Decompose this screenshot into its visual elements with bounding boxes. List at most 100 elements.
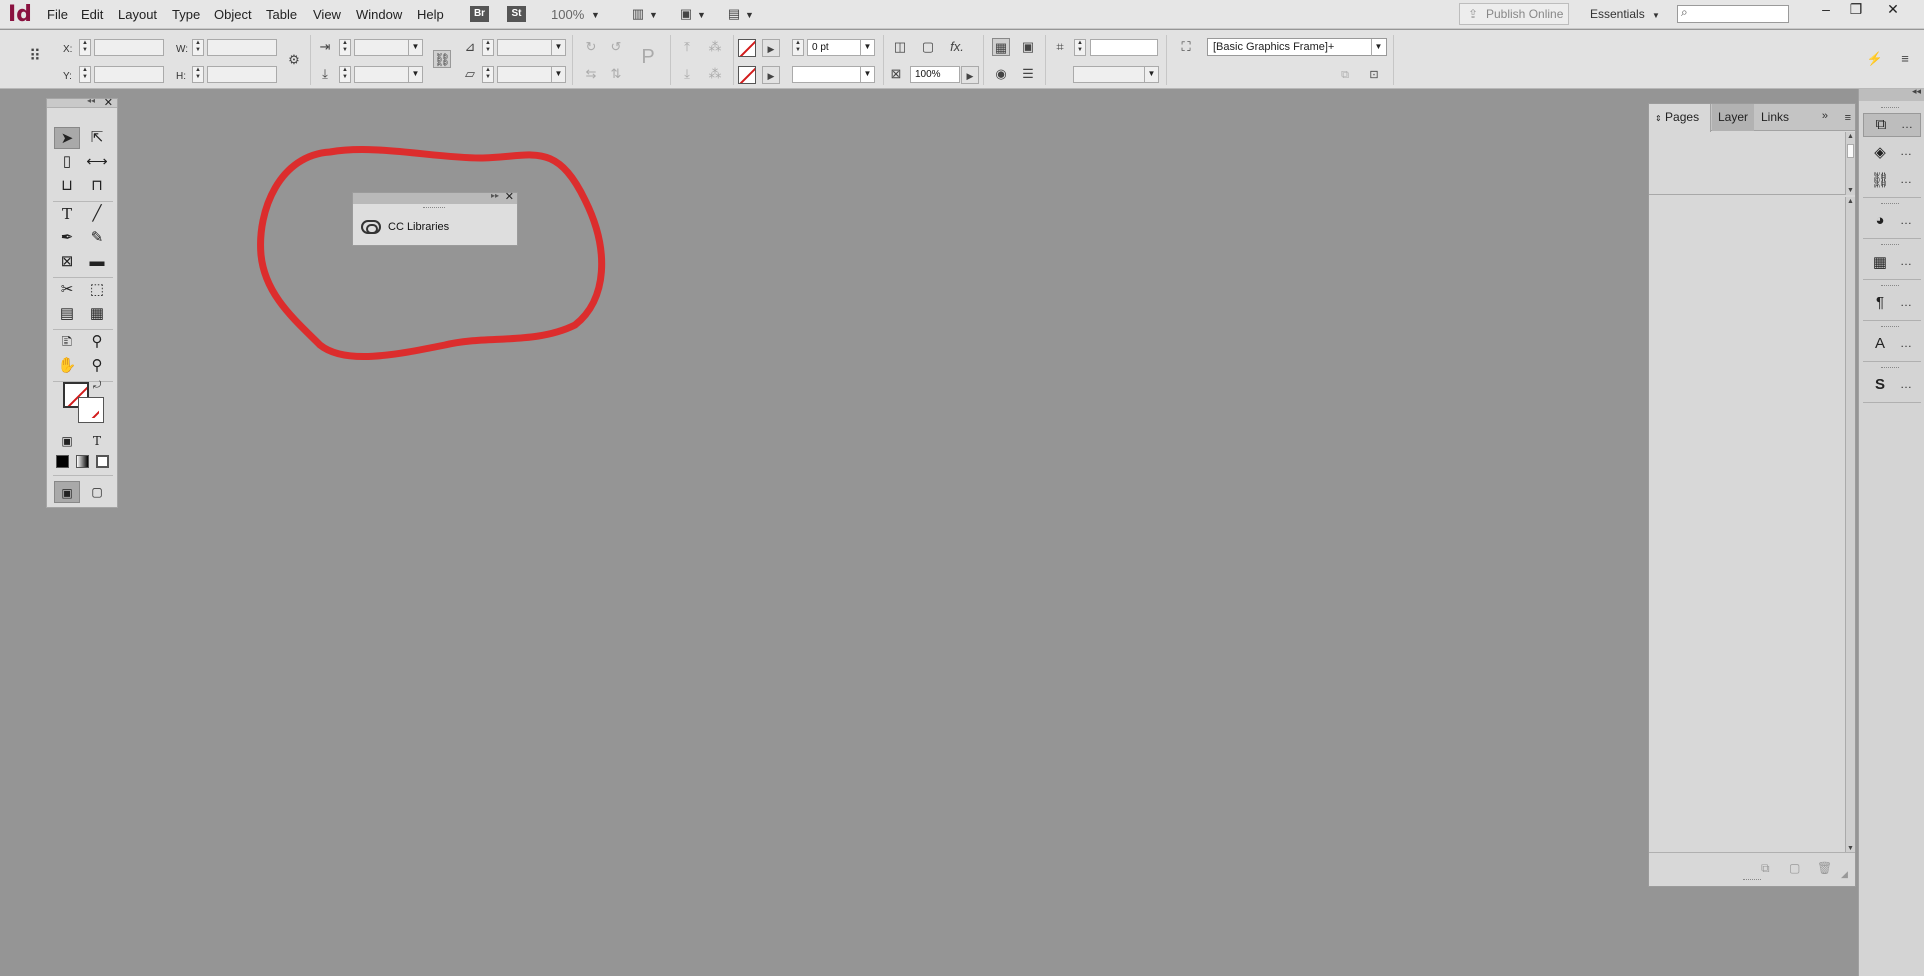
stroke-type-dropdown-icon[interactable]: ▼ <box>860 66 874 83</box>
content-collector-tool-icon[interactable]: ⊔ <box>54 175 80 197</box>
publish-online-button[interactable]: ⇪ Publish Online <box>1459 3 1569 25</box>
rectangle-frame-tool-icon[interactable]: ⊠ <box>54 251 80 273</box>
swap-fill-stroke-icon[interactable]: ⤾ <box>93 380 101 391</box>
object-style-dropdown-icon[interactable]: ▼ <box>1371 39 1385 56</box>
scale-y-spinner[interactable]: ▲ ▼ <box>339 66 351 83</box>
fill-stroke-swatches[interactable]: ⤾ <box>63 380 107 426</box>
panel-menu-icon[interactable]: ≡ <box>1845 112 1851 124</box>
normal-view-icon[interactable]: ▣ <box>54 481 80 503</box>
shear-dropdown-icon[interactable]: ▼ <box>551 66 565 83</box>
h-spinner[interactable]: ▲ ▼ <box>192 66 204 83</box>
eyedropper-tool-icon[interactable]: ⚲ <box>84 331 110 353</box>
zoom-dropdown-icon[interactable]: ▼ <box>591 10 600 20</box>
constrain-proportions-icon[interactable]: ⚙ <box>285 51 303 69</box>
rotate-ccw-icon[interactable]: ↺ <box>607 38 625 56</box>
gradient-feather-tool-icon[interactable]: ▦ <box>84 303 110 325</box>
collapse-icon[interactable]: ◂◂ <box>87 96 95 105</box>
menu-edit[interactable]: Edit <box>81 7 103 22</box>
dock-item-character-styles[interactable]: A… <box>1863 333 1921 357</box>
apply-none-icon[interactable] <box>96 455 109 468</box>
menu-layout[interactable]: Layout <box>118 7 157 22</box>
scroll-up-icon[interactable]: ▲ <box>1846 198 1855 205</box>
bridge-button[interactable]: Br <box>470 6 489 22</box>
x-field[interactable] <box>94 39 164 56</box>
menu-file[interactable]: File <box>47 7 68 22</box>
gap-tool-icon[interactable]: ⟷ <box>84 151 110 173</box>
dock-item-swatches[interactable]: ◕… <box>1863 210 1921 234</box>
flip-vertical-icon[interactable]: ⇅ <box>607 65 625 83</box>
drag-grip[interactable] <box>1881 107 1899 108</box>
menu-help[interactable]: Help <box>417 7 444 22</box>
w-field[interactable] <box>207 39 277 56</box>
stock-button[interactable]: St <box>507 6 526 22</box>
dock-item-links[interactable]: ⛓… <box>1863 169 1921 193</box>
frame-fitting-spinner[interactable]: ▲ ▼ <box>1074 39 1086 56</box>
screen-mode-dropdown-icon[interactable]: ▼ <box>697 10 706 20</box>
link-scale-icon[interactable]: ⛓ <box>433 50 451 68</box>
search-input[interactable]: ⌕ <box>1677 5 1789 23</box>
dock-item-stroke[interactable]: S… <box>1863 374 1921 398</box>
tab-layers[interactable]: Layer <box>1712 104 1754 131</box>
more-tabs-icon[interactable]: » <box>1822 110 1828 122</box>
wrap-none-icon[interactable]: ▦ <box>992 38 1010 56</box>
preview-mode-icon[interactable]: ▢ <box>84 481 110 503</box>
formatting-text-icon[interactable]: T <box>84 430 110 452</box>
apply-color-icon[interactable] <box>56 455 69 468</box>
gradient-swatch-tool-icon[interactable]: ▤ <box>54 303 80 325</box>
fill-swatch[interactable] <box>738 39 756 57</box>
hand-tool-icon[interactable]: ✋ <box>54 355 80 377</box>
resize-grip-icon[interactable]: ◢ <box>1841 869 1848 880</box>
reference-point-icon[interactable]: ⠿ <box>26 48 44 66</box>
column-dropdown-icon[interactable]: ▼ <box>1144 66 1158 83</box>
tools-panel-header[interactable]: ◂◂ ✕ <box>47 96 117 109</box>
stroke-weight-spinner[interactable]: ▲ ▼ <box>792 39 804 56</box>
arrange-documents-icon[interactable]: ▤ <box>725 5 743 23</box>
minimize-icon[interactable]: – <box>1813 1 1839 19</box>
pencil-tool-icon[interactable]: ✎ <box>84 227 110 249</box>
tab-pages[interactable]: ⇕ Pages <box>1649 104 1711 132</box>
new-page-icon[interactable]: ▢ <box>1789 861 1800 875</box>
select-container-icon[interactable]: ⤒ <box>678 38 696 56</box>
content-placer-tool-icon[interactable]: ⊓ <box>84 175 110 197</box>
delete-page-icon[interactable]: 🗑 <box>1817 861 1832 875</box>
opacity-field[interactable]: 100% <box>910 66 960 83</box>
scale-y-dropdown-icon[interactable]: ▼ <box>408 66 422 83</box>
formatting-container-icon[interactable]: ▣ <box>54 430 80 452</box>
rotation-dropdown-icon[interactable]: ▼ <box>551 39 565 56</box>
scroll-up-icon[interactable]: ▲ <box>1846 133 1855 140</box>
drag-grip[interactable] <box>1881 367 1899 368</box>
x-spinner[interactable]: ▲ ▼ <box>79 39 91 56</box>
free-transform-tool-icon[interactable]: ⬚ <box>84 279 110 301</box>
scroll-down-icon[interactable]: ▼ <box>1846 187 1855 194</box>
frame-fitting-field[interactable] <box>1090 39 1158 56</box>
quick-apply-style-icon[interactable]: ⊡ <box>1365 66 1383 84</box>
expand-dock-icon[interactable]: ◂◂ <box>1912 86 1921 97</box>
stroke-swatch[interactable] <box>738 66 756 84</box>
dock-item-paragraph-styles[interactable]: ¶… <box>1863 292 1921 316</box>
y-spinner[interactable]: ▲ ▼ <box>79 66 91 83</box>
close-icon[interactable]: ✕ <box>104 96 113 109</box>
rotate-cw-icon[interactable]: ↻ <box>582 38 600 56</box>
feather-icon[interactable]: ▢ <box>919 38 937 56</box>
drag-grip[interactable] <box>1881 285 1899 286</box>
w-spinner[interactable]: ▲ ▼ <box>192 39 204 56</box>
drag-grip[interactable] <box>1743 879 1761 880</box>
document-pages-area[interactable] <box>1649 197 1845 853</box>
type-tool-icon[interactable]: T <box>54 203 80 225</box>
scale-x-dropdown-icon[interactable]: ▼ <box>408 39 422 56</box>
stroke-swatch[interactable] <box>78 397 104 423</box>
zoom-tool-icon[interactable]: ⚲ <box>84 355 110 377</box>
opacity-dropdown-icon[interactable]: ▶ <box>961 66 979 84</box>
dock-item-layers[interactable]: ◈… <box>1863 141 1921 165</box>
rectangle-tool-icon[interactable]: ▬ <box>84 251 110 273</box>
wrap-bounding-icon[interactable]: ▣ <box>1019 38 1037 56</box>
close-icon[interactable]: ✕ <box>1880 1 1906 19</box>
scale-x-spinner[interactable]: ▲ ▼ <box>339 39 351 56</box>
scissors-tool-icon[interactable]: ✂ <box>54 279 80 301</box>
stroke-dropdown-icon[interactable]: ▶ <box>762 66 780 84</box>
note-tool-icon[interactable]: 🗈 <box>54 331 80 353</box>
select-content-icon[interactable]: ⤓ <box>678 65 696 83</box>
flip-horizontal-icon[interactable]: ⇆ <box>582 65 600 83</box>
apply-gradient-icon[interactable] <box>76 455 89 468</box>
menu-type[interactable]: Type <box>172 7 200 22</box>
